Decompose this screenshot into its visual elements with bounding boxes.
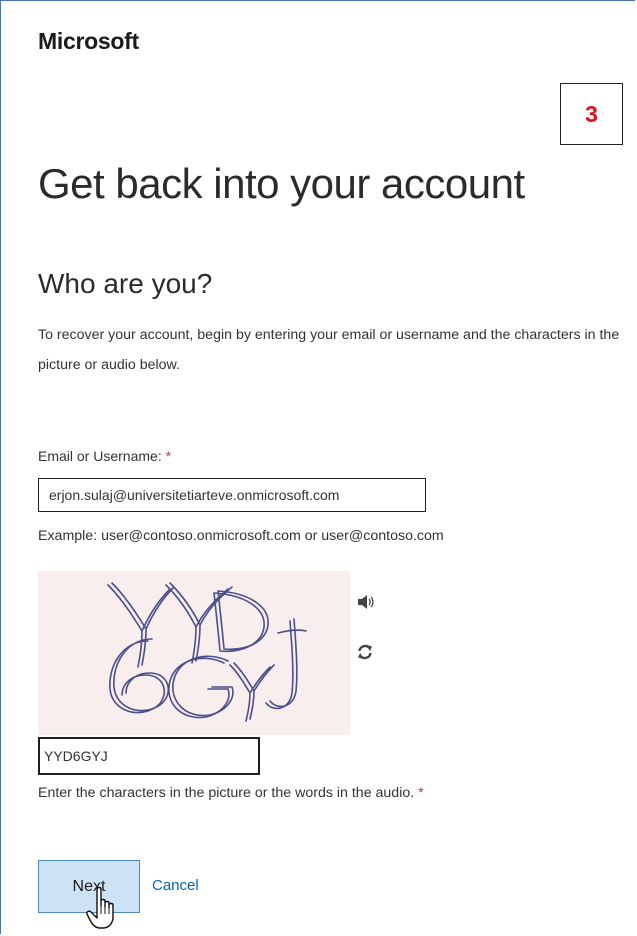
microsoft-logo: Microsoft: [38, 28, 139, 54]
cancel-link[interactable]: Cancel: [152, 877, 199, 894]
captcha-help-text: Enter the characters in the picture or t…: [38, 785, 424, 801]
captcha-distorted-text: [107, 582, 307, 722]
email-label-text: Email or Username:: [38, 448, 162, 464]
instructions-text: To recover your account, begin by enteri…: [38, 327, 620, 373]
captcha-input[interactable]: [38, 737, 260, 775]
refresh-icon[interactable]: [356, 643, 374, 661]
required-asterisk: *: [418, 785, 424, 801]
email-input[interactable]: [38, 478, 426, 512]
required-asterisk: *: [165, 448, 172, 464]
hand-cursor-icon: [86, 886, 114, 929]
step-number-badge: 3: [560, 83, 623, 145]
captcha-image: [38, 571, 350, 735]
captcha-help-label: Enter the characters in the picture or t…: [38, 785, 415, 801]
email-field-label: Email or Username: *: [38, 448, 171, 464]
page-subtitle: Who are you?: [38, 268, 213, 299]
page-title: Get back into your account: [38, 160, 525, 207]
speaker-icon[interactable]: [356, 593, 374, 611]
email-example-text: Example: user@contoso.onmicrosoft.com or…: [38, 528, 444, 544]
